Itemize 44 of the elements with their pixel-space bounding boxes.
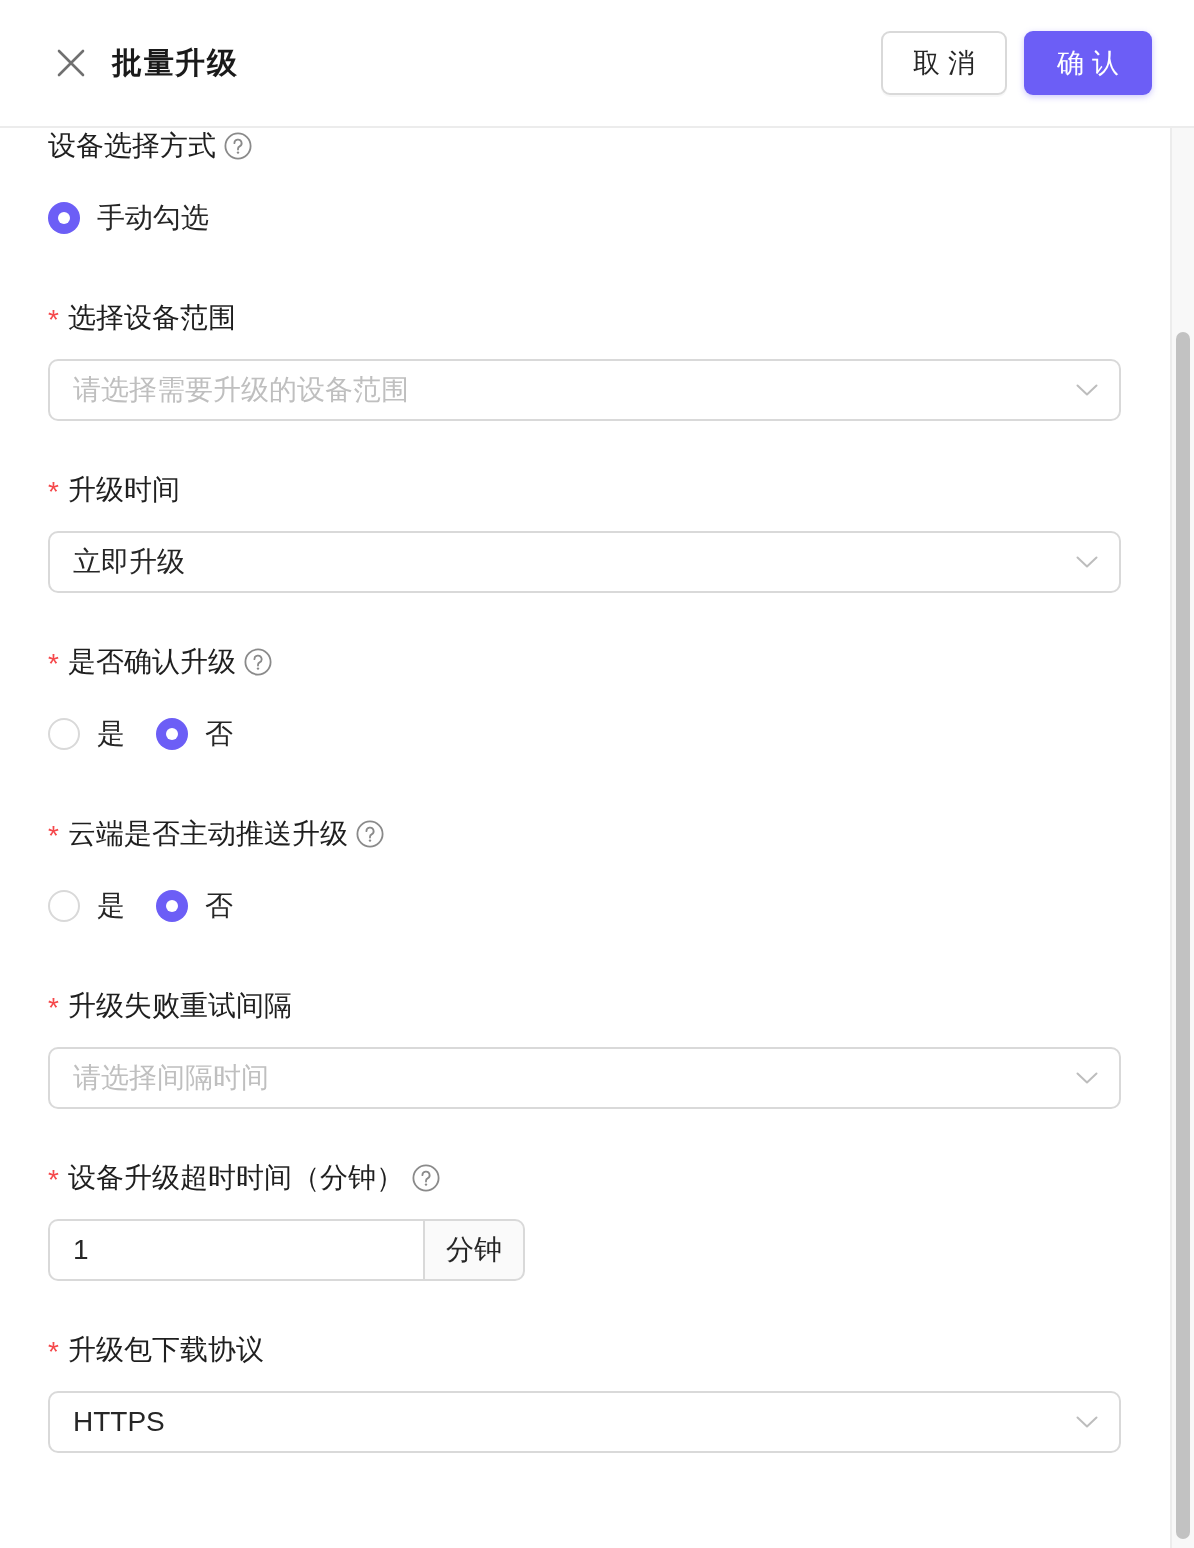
chevron-down-icon <box>1076 556 1098 568</box>
scrollbar-thumb[interactable] <box>1176 332 1190 1539</box>
help-icon[interactable] <box>355 820 384 848</box>
field-label: 云端是否主动推送升级 <box>67 817 348 851</box>
field-label: 选择设备范围 <box>67 301 236 335</box>
required-mark: * <box>48 475 59 509</box>
chevron-down-icon <box>1076 1416 1098 1428</box>
field-label: 是否确认升级 <box>67 645 236 679</box>
field-label: 设备选择方式 <box>48 129 216 163</box>
field-label: 设备升级超时时间（分钟） <box>67 1161 404 1195</box>
help-icon[interactable] <box>243 648 272 676</box>
dialog-title: 批量升级 <box>112 44 238 81</box>
select-field[interactable]: 请选择间隔时间 <box>48 1047 1121 1109</box>
field-label: 升级失败重试间隔 <box>67 989 292 1023</box>
select-field[interactable]: 立即升级 <box>48 531 1121 593</box>
required-mark: * <box>48 647 59 681</box>
radio-button[interactable] <box>48 202 80 234</box>
help-icon[interactable] <box>224 132 252 160</box>
radio-label: 手动勾选 <box>97 201 209 235</box>
unit-addon: 分钟 <box>423 1219 525 1281</box>
field-label: 升级时间 <box>67 473 180 507</box>
required-mark: * <box>48 1335 59 1369</box>
required-mark: * <box>48 991 59 1025</box>
radio-button[interactable] <box>48 890 80 922</box>
radio-label: 是 <box>97 889 125 923</box>
close-icon[interactable] <box>57 49 85 77</box>
radio-button[interactable] <box>156 890 188 922</box>
required-mark: * <box>48 819 59 853</box>
select-field[interactable]: 请选择需要升级的设备范围 <box>48 359 1121 421</box>
radio-label: 是 <box>97 717 125 751</box>
radio-button[interactable] <box>156 718 188 750</box>
required-mark: * <box>48 303 59 337</box>
chevron-down-icon <box>1076 1072 1098 1084</box>
confirm-button[interactable]: 确 认 <box>1024 31 1152 95</box>
required-mark: * <box>48 1163 59 1197</box>
radio-button[interactable] <box>48 718 80 750</box>
cancel-button[interactable]: 取 消 <box>881 31 1007 95</box>
select-field[interactable]: HTTPS <box>48 1391 1121 1453</box>
number-input-field[interactable]: 1 <box>48 1219 423 1281</box>
chevron-down-icon <box>1076 384 1098 396</box>
radio-label: 否 <box>205 717 233 751</box>
radio-label: 否 <box>205 889 233 923</box>
help-icon[interactable] <box>411 1164 440 1192</box>
field-label: 升级包下载协议 <box>67 1333 264 1367</box>
